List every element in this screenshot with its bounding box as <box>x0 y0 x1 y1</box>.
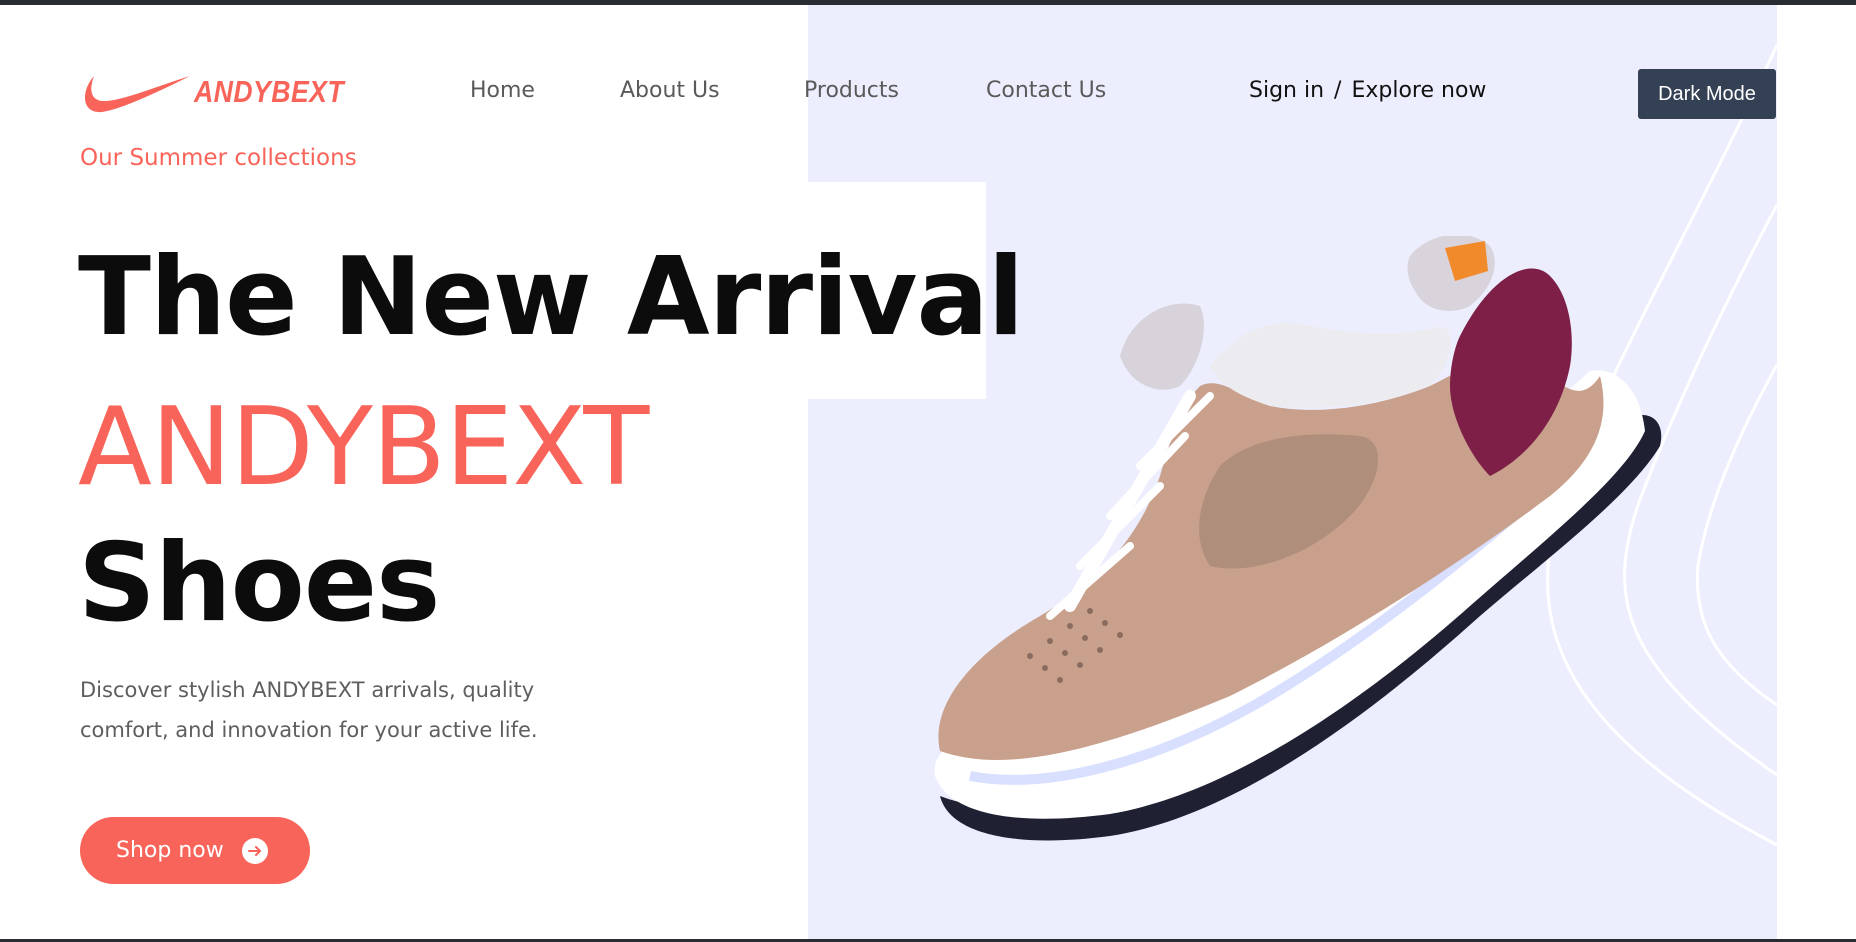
shop-now-button[interactable]: Shop now <box>80 817 310 884</box>
nav-home[interactable]: Home <box>470 78 535 103</box>
hero-eyebrow: Our Summer collections <box>80 145 357 171</box>
landing-page: ANDYBEXT Home About Us Products Contact … <box>0 0 1856 942</box>
explore-now-link[interactable]: Explore now <box>1351 78 1486 103</box>
auth-separator: / <box>1334 78 1342 103</box>
auth-links: Sign in / Explore now <box>1249 78 1486 103</box>
dark-mode-button[interactable]: Dark Mode <box>1638 69 1776 119</box>
hero-description: Discover stylish ANDYBEXT arrivals, qual… <box>80 678 538 742</box>
arrow-right-circle-icon <box>241 837 268 864</box>
hero-title-brand: ANDYBEXT <box>78 385 649 510</box>
sneaker-image <box>934 236 1662 841</box>
nav-contact-us[interactable]: Contact Us <box>986 78 1106 103</box>
sign-in-link[interactable]: Sign in <box>1249 78 1324 103</box>
brand-name: ANDYBEXT <box>194 74 345 109</box>
shop-now-label: Shop now <box>116 838 224 863</box>
nav-about-us[interactable]: About Us <box>620 78 720 103</box>
nav-products[interactable]: Products <box>804 78 899 103</box>
swoosh-icon <box>84 76 190 113</box>
hero-title-line-1: The New Arrival <box>78 235 1024 360</box>
brand-logo[interactable]: ANDYBEXT <box>80 66 369 118</box>
hero-title-line-3: Shoes <box>78 521 440 646</box>
